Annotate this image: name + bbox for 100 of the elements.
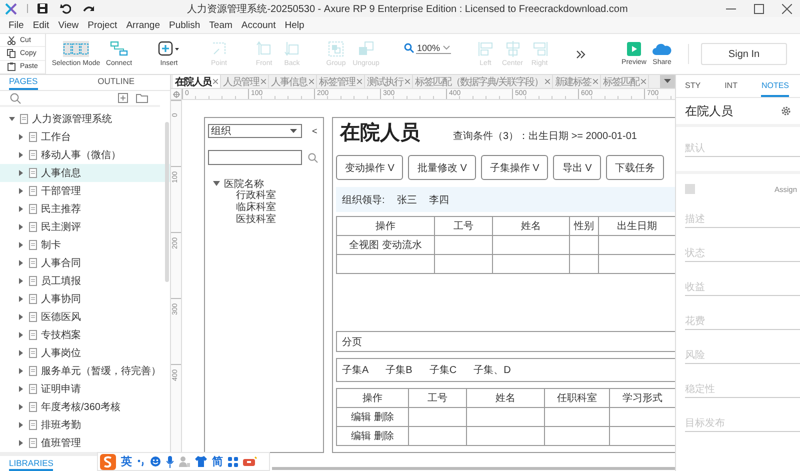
action-button[interactable]: 变动操作 V [336, 155, 404, 180]
subset-link[interactable]: 子集、D [474, 363, 511, 377]
page-item[interactable]: 人事合同 [0, 254, 170, 272]
collapsed-arrow-icon[interactable] [17, 331, 25, 340]
menu-item[interactable]: File [4, 20, 28, 30]
close-icon[interactable] [782, 4, 792, 14]
page-item[interactable]: 工作台 [0, 128, 170, 146]
close-icon[interactable] [261, 79, 266, 84]
collapsed-arrow-icon[interactable] [17, 295, 25, 304]
collapsed-arrow-icon[interactable] [17, 403, 25, 412]
expanded-arrow-icon[interactable] [8, 115, 16, 124]
page-item[interactable]: 人事信息 [0, 164, 170, 182]
collapsed-arrow-icon[interactable] [17, 259, 25, 268]
page-item[interactable]: 年度考核/360考核 [0, 398, 170, 416]
search-field[interactable] [208, 150, 302, 165]
smiley-icon[interactable] [150, 456, 161, 467]
close-icon[interactable] [640, 79, 646, 84]
collapsed-arrow-icon[interactable] [17, 349, 25, 358]
microphone-icon[interactable] [166, 456, 174, 468]
note-field[interactable]: 风险 [685, 348, 800, 364]
org-select[interactable]: 组织 [208, 124, 302, 138]
menu-item[interactable]: Help [280, 20, 309, 30]
action-button[interactable]: 子集操作 V [480, 155, 548, 180]
page-item[interactable]: 排班考勤 [0, 416, 170, 434]
maximize-icon[interactable] [754, 4, 764, 14]
page-item[interactable]: 专技档案 [0, 326, 170, 344]
grid-icon[interactable] [228, 456, 238, 466]
collapse-button[interactable]: < [312, 126, 318, 136]
document-tab[interactable]: 在院人员 [173, 75, 221, 88]
add-page-icon[interactable] [118, 93, 128, 103]
checkbox[interactable] [685, 184, 695, 194]
folder-icon[interactable] [136, 93, 148, 103]
language-toggle[interactable]: 英 [121, 454, 132, 469]
note-field[interactable]: 描述 [685, 212, 800, 228]
page-item[interactable]: 医德医风 [0, 308, 170, 326]
menu-item[interactable]: Team [204, 20, 237, 30]
note-field[interactable]: 稳定性 [685, 382, 800, 398]
page-item[interactable]: 制卡 [0, 236, 170, 254]
panel-tab[interactable]: NOTES [761, 75, 790, 97]
collapsed-arrow-icon[interactable] [17, 277, 25, 286]
toolbox-icon[interactable] [243, 456, 257, 467]
note-field[interactable]: 默认 [685, 141, 800, 157]
settings-icon[interactable] [781, 106, 791, 116]
sign-in-button[interactable]: Sign In [701, 43, 787, 65]
close-icon[interactable] [213, 79, 218, 84]
subset-link[interactable]: 子集B [386, 363, 412, 377]
collapsed-arrow-icon[interactable] [17, 205, 25, 214]
menu-item[interactable]: Arrange [122, 20, 164, 30]
panel-tab[interactable]: LIBRARIES [9, 456, 54, 471]
page-item[interactable]: 证明申请 [0, 380, 170, 398]
action-button[interactable]: 导出 V [553, 155, 601, 180]
subset-link[interactable]: 子集A [342, 363, 369, 377]
undo-icon[interactable] [60, 3, 71, 14]
action-button[interactable]: 下载任务 [606, 155, 664, 180]
page-item[interactable]: 民主测评 [0, 218, 170, 236]
page-item[interactable]: 民主推荐 [0, 200, 170, 218]
page-item[interactable]: 人事岗位 [0, 344, 170, 362]
expanded-arrow-icon[interactable] [213, 180, 220, 187]
panel-tab[interactable]: INT [724, 75, 738, 97]
action-button[interactable]: 批量修改 V [408, 155, 476, 180]
close-icon[interactable] [357, 79, 362, 84]
scrollbar[interactable] [272, 467, 675, 470]
menu-item[interactable]: Edit [28, 20, 54, 30]
panel-tab[interactable]: PAGES [9, 75, 38, 90]
close-icon[interactable] [544, 79, 550, 84]
tree-item[interactable]: 医技科室 [208, 214, 320, 226]
menu-item[interactable]: View [54, 20, 84, 30]
panel-tab[interactable]: OUTLINE [98, 75, 135, 90]
shirt-icon[interactable] [195, 456, 207, 467]
close-icon[interactable] [309, 79, 314, 84]
scrollbar[interactable] [165, 122, 169, 282]
save-icon[interactable] [37, 3, 48, 14]
collapsed-arrow-icon[interactable] [17, 241, 25, 250]
note-field[interactable]: 目标发布 [685, 416, 800, 432]
tabs-dropdown[interactable] [660, 75, 675, 88]
page-item[interactable]: 员工填报 [0, 272, 170, 290]
note-field[interactable]: 收益 [685, 280, 800, 296]
page-item[interactable]: 人事协同 [0, 290, 170, 308]
collapsed-arrow-icon[interactable] [17, 385, 25, 394]
collapsed-arrow-icon[interactable] [17, 439, 25, 448]
page-item[interactable]: 干部管理 [0, 182, 170, 200]
search-icon[interactable] [10, 92, 21, 104]
collapsed-arrow-icon[interactable] [17, 151, 25, 160]
page-item[interactable]: 移动人事（微信） [0, 146, 170, 164]
collapsed-arrow-icon[interactable] [17, 187, 25, 196]
note-field[interactable]: 状态 [685, 246, 800, 262]
collapsed-arrow-icon[interactable] [17, 313, 25, 322]
search-icon[interactable] [308, 152, 318, 162]
page-item[interactable]: 服务单元（暂缓，待完善） [0, 362, 170, 380]
menu-item[interactable]: Account [236, 20, 280, 30]
collapsed-arrow-icon[interactable] [17, 367, 25, 376]
panel-tab[interactable]: STY [685, 75, 701, 97]
note-field[interactable]: 花费 [685, 314, 800, 330]
tree-item[interactable]: 行政科室 [208, 190, 320, 202]
collapsed-arrow-icon[interactable] [17, 223, 25, 232]
collapsed-arrow-icon[interactable] [17, 133, 25, 142]
close-icon[interactable] [592, 79, 598, 84]
script-toggle[interactable]: 简 [212, 454, 223, 469]
collapsed-arrow-icon[interactable] [17, 421, 25, 430]
tree-item[interactable]: 临床科室 [208, 202, 320, 214]
